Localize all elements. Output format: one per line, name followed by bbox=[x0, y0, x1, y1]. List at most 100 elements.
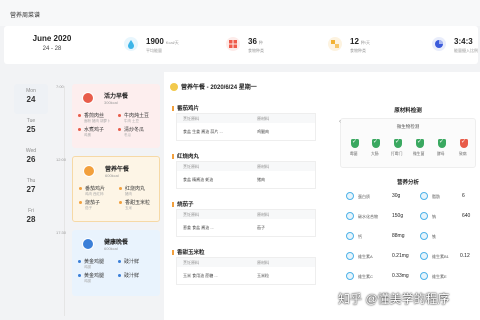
dish-block: 红烧肉丸 烹饪原料 原材料 食盐 精酱油 蚝油 猪肉 bbox=[172, 152, 320, 189]
column-header: 原材料 bbox=[257, 164, 269, 169]
carbs-icon bbox=[346, 212, 354, 220]
time-breakfast: 7:00 bbox=[56, 84, 64, 89]
nutrition-title: 营养分析 bbox=[396, 180, 419, 186]
nutrient-value: 6 bbox=[462, 193, 465, 199]
inspection-label: 酵母 bbox=[437, 152, 445, 156]
app-title: 营养周菜谱 bbox=[10, 13, 41, 19]
item-name: 黄金鸡腿 bbox=[78, 272, 118, 279]
meal-kcal: 600kcal bbox=[104, 246, 118, 251]
day-item-thu[interactable]: Thu 27 bbox=[14, 174, 48, 204]
chevron-left-icon[interactable]: ‹ bbox=[339, 119, 341, 125]
dish-table: 烹饪原料 原材料 食盐 精酱油 蚝油 猪肉 bbox=[176, 161, 316, 189]
shield-check-icon bbox=[438, 138, 446, 148]
dish-name: 香甜玉米粒 bbox=[172, 248, 320, 256]
meal-detail-panel: 营养午餐 - 2020/6/24 星期一 番茄鸡片 烹饪原料 原材料 食盐 生姜… bbox=[164, 72, 480, 320]
table-cell: 鸡腿肉 bbox=[257, 129, 269, 134]
watermark: 知乎 @懂美学的程序 bbox=[338, 292, 450, 306]
item-sub: 鸡肉 西红柿 bbox=[85, 192, 104, 196]
meal-card-lunch[interactable]: 营养午餐 600kcal 番茄鸡片 鸡肉 西红柿 红烧肉丸 猪肉 烧茄子 茄子 香甜玉… bbox=[72, 156, 160, 222]
table-cell: 猪肉 bbox=[257, 177, 265, 182]
item-name: 烧茄子 bbox=[79, 199, 119, 206]
stat-value: 36 bbox=[248, 37, 257, 46]
list-item: 黄金鸡腿 鸡腿 bbox=[78, 272, 118, 284]
inspection-label: 霉菌 bbox=[350, 152, 358, 156]
nutrient-value: 88mg bbox=[392, 233, 405, 239]
nutrient-name: 维生素B1 bbox=[432, 254, 449, 259]
nutrient-value: 0.33mg bbox=[392, 273, 409, 279]
protein-icon bbox=[346, 192, 354, 200]
dish-block: 番茄鸡片 烹饪原料 原材料 食盐 生姜 酱油 蒜片 ... 鸡腿肉 bbox=[172, 104, 320, 141]
weekday-label: Thu bbox=[26, 178, 36, 184]
day-item-wed[interactable]: Wed 26 bbox=[14, 144, 48, 174]
item-sub: 玉米 bbox=[125, 206, 132, 210]
item-sub: 茄子 bbox=[85, 206, 92, 210]
fat-icon bbox=[420, 192, 428, 200]
stat-label: 食物种类 bbox=[248, 48, 264, 53]
column-header: 原材料 bbox=[257, 212, 269, 217]
dish-block: 香甜玉米粒 烹饪原料 原材料 玉米 食用油 蔗糖 ... 玉米粒 bbox=[172, 248, 320, 285]
time-dinner: 17:30 bbox=[56, 230, 67, 235]
sodium-icon bbox=[420, 212, 428, 220]
column-header: 原材料 bbox=[257, 116, 269, 121]
item-sub: 鸡腿 bbox=[84, 279, 91, 283]
nutrient-name: 维生素A bbox=[358, 254, 373, 259]
list-item: 香甜玉米粒 玉米 bbox=[119, 199, 159, 211]
table-cell: 茄子 bbox=[257, 225, 265, 230]
nutrient-name: 碳水化合物 bbox=[358, 214, 378, 219]
day-range-label: 24 - 28 bbox=[42, 46, 62, 52]
item-name: 牛肉炖土豆 bbox=[118, 112, 158, 119]
date-label: 27 bbox=[26, 185, 36, 194]
stat-value: 12 bbox=[350, 37, 359, 46]
day-selector: Mon 24 Tue 25 Wed 26 Thu 27 Fri 28 bbox=[14, 80, 48, 320]
microbe-card: 微生物检测 ‹ 霉菌 大肠 打霉门 微生菌 酵母 致病 bbox=[339, 118, 476, 168]
day-item-mon[interactable]: Mon 24 bbox=[14, 84, 48, 114]
column-header: 烹饪原料 bbox=[183, 116, 199, 121]
vitamin-e-icon bbox=[420, 272, 428, 280]
dish-name: 红烧肉丸 bbox=[172, 152, 320, 160]
meal-card-breakfast[interactable]: 活力早餐 300kcal 香煎肉丝 面粉 猪肉 胡萝卜 牛肉炖土豆 牛肉 土豆 水煮… bbox=[72, 84, 160, 148]
day-item-fri[interactable]: Fri 28 bbox=[14, 204, 48, 234]
microbe-card-title: 微生物检测 bbox=[396, 124, 420, 129]
list-item: 红烧肉丸 猪肉 bbox=[119, 185, 159, 197]
item-name: 豉汁鲜 bbox=[118, 272, 158, 279]
list-item: 水煮鸡子 鸡蛋 bbox=[78, 126, 118, 138]
meal-kcal: 600kcal bbox=[105, 173, 119, 178]
calcium-icon bbox=[346, 232, 354, 240]
item-sub: 面粉 猪肉 胡萝卜 bbox=[84, 119, 111, 123]
squares-icon bbox=[328, 37, 342, 51]
day-item-tue[interactable]: Tue 25 bbox=[14, 114, 48, 144]
stat-value: 3:4:3 bbox=[454, 37, 473, 46]
stat-label: 食物种类 bbox=[350, 48, 366, 53]
date-label: 26 bbox=[26, 155, 36, 164]
shield-check-icon bbox=[372, 138, 380, 148]
item-name: 红烧肉丸 bbox=[119, 185, 159, 192]
nutrient-name: 蛋白质 bbox=[358, 194, 370, 199]
dish-table: 烹饪原料 原材料 食盐 生姜 酱油 蒜片 ... 鸡腿肉 bbox=[176, 113, 316, 141]
nutrient-name: 脂肪 bbox=[432, 194, 440, 199]
date-range: June 2020 24 - 28 bbox=[12, 34, 92, 52]
item-name: 豉汁鲜 bbox=[118, 258, 158, 265]
stat-unit: Kcal/天 bbox=[165, 40, 179, 45]
inspection-label: 大肠 bbox=[371, 152, 379, 156]
lunch-icon bbox=[83, 165, 95, 177]
list-item: 牛肉炖土豆 牛肉 土豆 bbox=[118, 112, 158, 124]
shield-check-icon bbox=[416, 138, 424, 148]
summary-panel: June 2020 24 - 28 1900 Kcal/天 平均能量 36 种 食物… bbox=[4, 26, 478, 64]
vitamin-c-icon bbox=[346, 272, 354, 280]
stat-label: 平均能量 bbox=[146, 48, 162, 53]
inspection-label: 微生菌 bbox=[413, 152, 425, 156]
shield-alert-icon bbox=[460, 138, 468, 148]
stat-unit: 种/天 bbox=[360, 40, 371, 45]
dinner-icon bbox=[82, 238, 94, 250]
iron-icon bbox=[420, 232, 428, 240]
meal-card-dinner[interactable]: 健康晚餐 600kcal 黄金鸡腿 鸡腿 豉汁鲜 黄金鸡腿 鸡腿 豉汁鲜 bbox=[72, 230, 160, 296]
weekday-label: Wed bbox=[25, 148, 37, 154]
column-header: 原材料 bbox=[257, 260, 269, 265]
list-item: 烧茄子 茄子 bbox=[79, 199, 119, 211]
list-item: 清炒冬瓜 冬瓜 bbox=[118, 126, 158, 138]
item-sub: 牛肉 土豆 bbox=[124, 119, 139, 123]
list-item: 豉汁鲜 bbox=[118, 258, 158, 265]
dish-name: 番茄鸡片 bbox=[172, 104, 320, 112]
detail-heading-text: 营养午餐 - 2020/6/24 星期一 bbox=[181, 85, 257, 91]
inspection-label: 致病 bbox=[459, 152, 467, 156]
